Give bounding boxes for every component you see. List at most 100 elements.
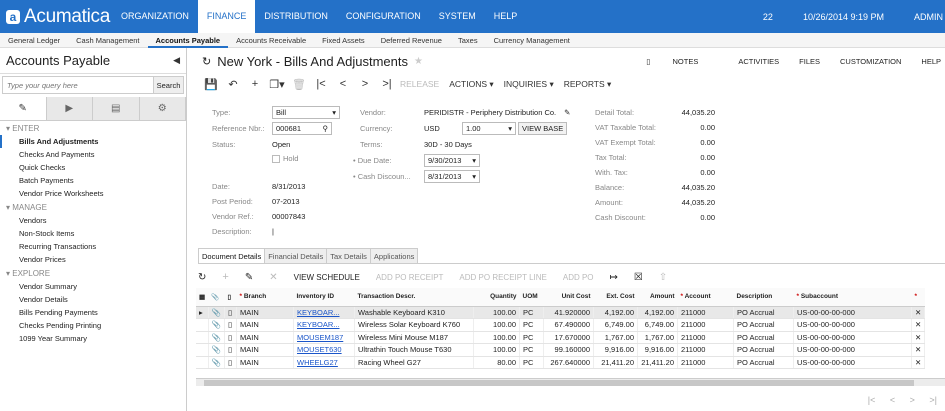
datetime[interactable]: 10/26/2014 9:19 PM	[803, 12, 884, 22]
delete-row-icon[interactable]: ✕	[269, 272, 277, 283]
settings-tab-icon[interactable]: ⚙	[139, 97, 186, 120]
search-button[interactable]: Search	[153, 77, 183, 93]
cell-subaccount[interactable]: US-00-00-00-000	[793, 318, 912, 332]
cell-description[interactable]: PO Accrual	[733, 343, 794, 357]
menu-item-quick-checks[interactable]: Quick Checks	[0, 161, 186, 174]
cell-quantity[interactable]: 100.00	[473, 343, 520, 357]
last-page-icon[interactable]: >|	[929, 395, 937, 405]
notifications-count[interactable]: 22	[763, 12, 773, 22]
tab-document-details[interactable]: Document Details	[198, 248, 266, 264]
column-header-transaction-descr-[interactable]: Transaction Descr.	[354, 288, 474, 307]
menu-item-checks-pending-printing[interactable]: Checks Pending Printing	[0, 319, 186, 332]
cell-ext-cost[interactable]: 4,192.00	[593, 306, 638, 319]
row-attachment-icon[interactable]: 📎	[208, 343, 226, 357]
subnav-accounts-receivable[interactable]: Accounts Receivable	[228, 33, 314, 48]
cell-account[interactable]: 211000	[677, 356, 734, 369]
row-attachment-icon[interactable]: 📎	[208, 306, 226, 319]
tab-financial-details[interactable]: Financial Details	[264, 248, 328, 264]
cell-ext-cost[interactable]: 21,411.20	[593, 356, 638, 369]
cell-uom[interactable]: PC	[519, 318, 544, 332]
cell-transaction-descr-[interactable]: Ultrathin Touch Mouse T630	[354, 343, 474, 357]
column-header-description[interactable]: Description	[733, 288, 794, 307]
scrollbar-thumb[interactable]	[204, 380, 914, 386]
row-note-icon[interactable]: ▯	[224, 356, 237, 369]
subnav-accounts-payable[interactable]: Accounts Payable	[147, 33, 229, 48]
notes-button[interactable]: ▯ NOTES	[646, 57, 718, 66]
cell-amount[interactable]: 4,192.00	[637, 306, 678, 319]
collapse-icon[interactable]: ◀	[173, 55, 180, 66]
row-delete-icon[interactable]: ✕	[911, 331, 926, 344]
module-system[interactable]: SYSTEM	[430, 0, 485, 33]
inventory-id-link[interactable]: KEYBOAR...	[297, 308, 340, 317]
row-attachment-icon[interactable]: 📎	[208, 331, 226, 344]
row-attachment-icon[interactable]: 📎	[208, 356, 226, 369]
module-configuration[interactable]: CONFIGURATION	[337, 0, 430, 33]
save-icon[interactable]: 💾	[202, 78, 220, 91]
add-icon[interactable]: +	[246, 78, 264, 90]
column-header-subaccount[interactable]: * Subaccount	[793, 288, 912, 307]
cell-inventory-id[interactable]: MOUSET630	[293, 343, 355, 357]
cell-unit-cost[interactable]: 17.670000	[543, 331, 594, 344]
terms-value[interactable]: 30D - 30 Days	[424, 140, 472, 149]
cell-transaction-descr-[interactable]: Racing Wheel G27	[354, 356, 474, 369]
add-po-receipt-button[interactable]: ADD PO RECEIPT	[376, 273, 444, 282]
next-page-icon[interactable]: >	[910, 395, 915, 405]
inquiries-menu[interactable]: INQUIRIES ▾	[504, 79, 554, 90]
menu-item-1099-year-summary[interactable]: 1099 Year Summary	[0, 332, 186, 345]
prev-record-icon[interactable]: <	[334, 78, 352, 90]
cell-description[interactable]: PO Accrual	[733, 306, 794, 319]
cell-uom[interactable]: PC	[519, 343, 544, 357]
cell-amount[interactable]: 9,916.00	[637, 343, 678, 357]
row-selector-icon[interactable]: ▸	[196, 306, 209, 319]
grid-settings-icon[interactable]: ▦	[196, 288, 209, 307]
cell-account[interactable]: 211000	[677, 331, 734, 344]
export-excel-icon[interactable]: ☒	[634, 272, 643, 283]
cell-account[interactable]: 211000	[677, 306, 734, 319]
cell-amount[interactable]: 6,749.00	[637, 318, 678, 332]
cell-amount[interactable]: 1,767.00	[637, 331, 678, 344]
refresh-icon[interactable]: ↻	[202, 55, 211, 68]
column-header-inventory-id[interactable]: Inventory ID	[293, 288, 355, 307]
menu-section-manage[interactable]: ▾ MANAGE	[0, 200, 186, 214]
cell-quantity[interactable]: 80.00	[473, 356, 520, 369]
attachment-icon[interactable]: 📎	[208, 288, 225, 307]
table-row[interactable]: 📎 ▯ MAIN MOUSET630 Ultrathin Touch Mouse T63…	[196, 343, 926, 357]
cell-branch[interactable]: MAIN	[236, 318, 294, 332]
cell-unit-cost[interactable]: 99.160000	[543, 343, 594, 357]
cell-uom[interactable]: PC	[519, 331, 544, 344]
type-select[interactable]: Bill ▾	[272, 106, 340, 119]
view-base-button[interactable]: VIEW BASE	[518, 122, 568, 135]
reports-tab-icon[interactable]: ▤	[93, 97, 140, 120]
tab-tax-details[interactable]: Tax Details	[326, 248, 371, 264]
row-delete-icon[interactable]: ✕	[911, 318, 926, 332]
cell-inventory-id[interactable]: KEYBOAR...	[293, 318, 355, 332]
cash-discount-date-field[interactable]: 8/31/2013 ▾	[424, 170, 480, 183]
edit-tab-icon[interactable]: ✎	[0, 97, 47, 120]
add-po-receipt-line-button[interactable]: ADD PO RECEIPT LINE	[459, 273, 546, 282]
cell-quantity[interactable]: 100.00	[473, 318, 520, 332]
edit-icon[interactable]: ✎	[564, 108, 570, 117]
description-field[interactable]: |	[272, 227, 274, 236]
actions-menu[interactable]: ACTIONS ▾	[449, 79, 493, 90]
horizontal-scrollbar[interactable]	[196, 378, 945, 386]
menu-item-checks-and-payments[interactable]: Checks And Payments	[0, 148, 186, 161]
inventory-id-link[interactable]: MOUSEM187	[297, 333, 343, 342]
activities-button[interactable]: ACTIVITIES	[738, 57, 779, 66]
cell-branch[interactable]: MAIN	[236, 356, 294, 369]
customization-button[interactable]: CUSTOMIZATION	[840, 57, 901, 66]
module-distribution[interactable]: DISTRIBUTION	[255, 0, 337, 33]
cell-description[interactable]: PO Accrual	[733, 331, 794, 344]
edit-row-icon[interactable]: ✎	[245, 272, 253, 283]
copy-icon[interactable]: ❐▾	[268, 78, 286, 91]
process-tab-icon[interactable]: ▶	[46, 97, 93, 120]
menu-item-vendors[interactable]: Vendors	[0, 214, 186, 227]
cell-subaccount[interactable]: US-00-00-00-000	[793, 306, 912, 319]
module-help[interactable]: HELP	[485, 0, 527, 33]
cell-subaccount[interactable]: US-00-00-00-000	[793, 343, 912, 357]
subnav-cash-management[interactable]: Cash Management	[68, 33, 147, 48]
inventory-id-link[interactable]: MOUSET630	[297, 345, 342, 354]
release-button[interactable]: RELEASE	[400, 79, 439, 89]
cell-inventory-id[interactable]: WHEELG27	[293, 356, 355, 369]
cell-ext-cost[interactable]: 6,749.00	[593, 318, 638, 332]
column-header-uom[interactable]: UOM	[519, 288, 544, 307]
